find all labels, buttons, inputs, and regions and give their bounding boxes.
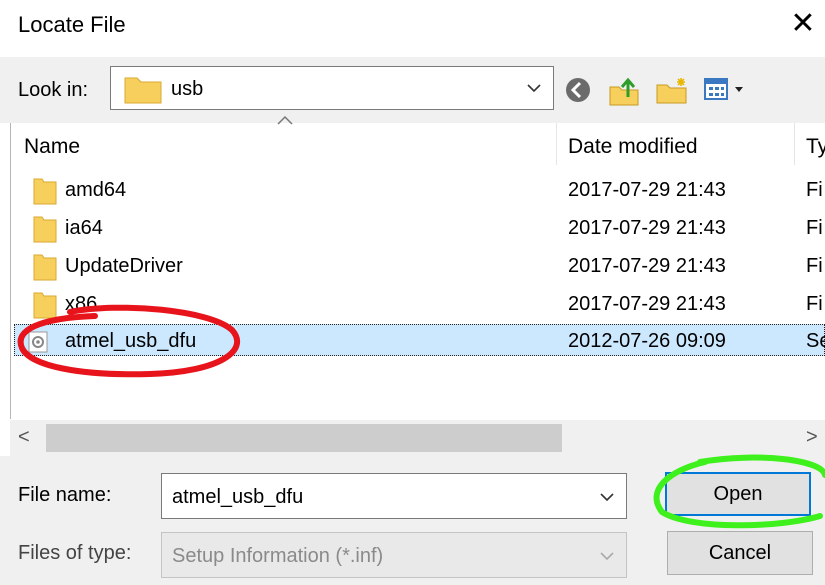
file-name-label: File name: [18, 484, 112, 506]
back-icon[interactable] [563, 75, 593, 105]
column-separator[interactable] [794, 123, 795, 165]
file-type: Fi [806, 179, 823, 201]
file-date: 2012-07-26 09:09 [568, 330, 726, 352]
column-header-type[interactable]: Ty [806, 135, 825, 159]
file-type: Fi [806, 293, 823, 315]
file-type: Se [806, 330, 825, 352]
files-of-type-value: Setup Information (*.inf) [172, 545, 384, 567]
file-name-value: atmel_usb_dfu [172, 486, 304, 508]
chevron-down-icon [527, 84, 541, 93]
chevron-down-icon [600, 552, 614, 561]
view-menu-icon[interactable] [703, 75, 755, 105]
file-name[interactable]: x86 [65, 293, 97, 316]
column-separator[interactable] [556, 123, 557, 165]
scroll-right-button[interactable]: > [806, 426, 818, 449]
sort-ascending-icon [277, 115, 293, 125]
file-type: Fi [806, 255, 823, 277]
file-name[interactable]: atmel_usb_dfu [65, 330, 196, 353]
file-date: 2017-07-29 21:43 [568, 293, 726, 315]
folder-icon [33, 178, 57, 205]
file-name-input[interactable]: atmel_usb_dfu [161, 473, 627, 519]
files-of-type-select[interactable]: Setup Information (*.inf) [161, 532, 627, 578]
look-in-value: usb [171, 78, 204, 100]
scrollbar-thumb[interactable] [46, 424, 562, 452]
close-button[interactable]: ✕ [789, 6, 817, 42]
column-header-date[interactable]: Date modified [568, 135, 698, 159]
file-name[interactable]: ia64 [65, 217, 103, 240]
file-date: 2017-07-29 21:43 [568, 217, 726, 239]
chevron-down-icon[interactable] [598, 488, 616, 506]
folder-icon [33, 254, 57, 281]
look-in-label: Look in: [18, 79, 89, 101]
setup-file-icon [28, 331, 48, 353]
files-of-type-label: Files of type: [18, 542, 132, 564]
column-header-name[interactable]: Name [24, 135, 80, 159]
file-name[interactable]: amd64 [65, 179, 126, 202]
scroll-left-button[interactable]: < [18, 426, 30, 449]
cancel-button[interactable]: Cancel [667, 531, 813, 575]
open-button[interactable]: Open [665, 472, 811, 516]
dialog-title: Locate File [18, 12, 126, 37]
new-folder-icon[interactable] [655, 75, 689, 107]
file-type: Fi [806, 217, 823, 239]
file-date: 2017-07-29 21:43 [568, 179, 726, 201]
up-folder-icon[interactable] [608, 75, 640, 107]
folder-icon [33, 216, 57, 243]
file-name[interactable]: UpdateDriver [65, 255, 183, 278]
folder-icon [33, 292, 57, 319]
folder-icon [124, 77, 162, 104]
look-in-select[interactable]: usb [110, 66, 554, 110]
file-date: 2017-07-29 21:43 [568, 255, 726, 277]
